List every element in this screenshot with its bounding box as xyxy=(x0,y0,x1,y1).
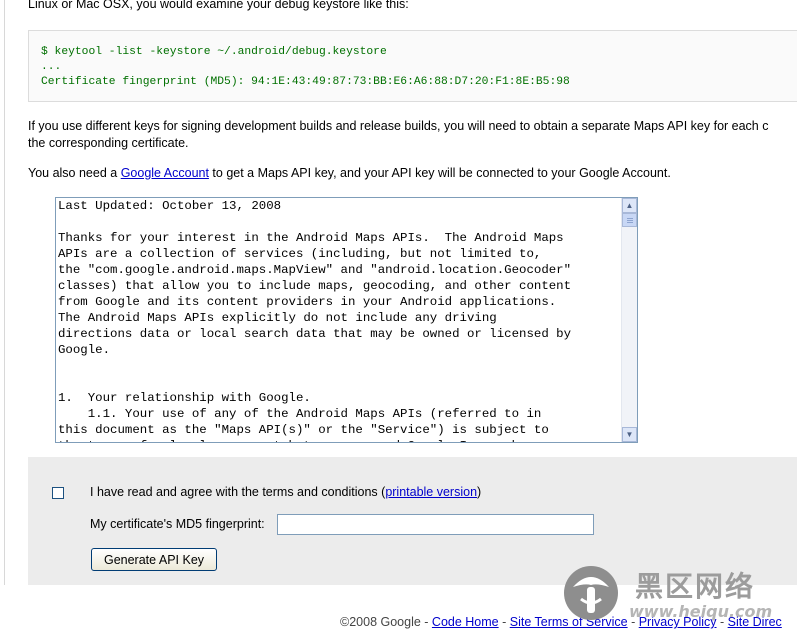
footer-link-code-home[interactable]: Code Home xyxy=(432,615,499,629)
thumb-grip-line xyxy=(627,222,633,223)
watermark-logo-icon xyxy=(564,566,618,620)
page-left-border xyxy=(4,0,5,585)
scroll-down-arrow-icon[interactable]: ▼ xyxy=(622,427,637,442)
paragraph-keys-line1: If you use different keys for signing de… xyxy=(28,119,769,133)
agree-label-text: I have read and agree with the terms and… xyxy=(90,485,386,499)
fingerprint-input[interactable] xyxy=(277,514,594,535)
agree-checkbox[interactable] xyxy=(52,487,64,499)
paragraph-google-account: You also need a Google Account to get a … xyxy=(28,165,671,182)
account-text-after: to get a Maps API key, and your API key … xyxy=(208,166,671,180)
watermark-chinese-text: 黑区网络 xyxy=(635,570,756,603)
thumb-grip-line xyxy=(627,218,633,219)
scroll-thumb[interactable] xyxy=(622,213,637,227)
google-account-link[interactable]: Google Account xyxy=(121,166,209,180)
code-line-ellipsis: ... xyxy=(41,61,62,73)
fingerprint-label: My certificate's MD5 fingerprint: xyxy=(90,517,265,531)
code-example-box: $ keytool -list -keystore ~/.android/deb… xyxy=(28,30,797,102)
code-line-command: $ keytool -list -keystore ~/.android/deb… xyxy=(41,46,387,58)
intro-text: Linux or Mac OSX, you would examine your… xyxy=(28,0,409,11)
generate-api-key-button[interactable]: Generate API Key xyxy=(91,548,217,571)
footer-copyright: ©2008 Google xyxy=(340,615,421,629)
terms-scrollbar[interactable]: ▲ ▼ xyxy=(621,198,637,442)
terms-text: Last Updated: October 13, 2008 Thanks fo… xyxy=(58,199,572,442)
printable-version-link[interactable]: printable version xyxy=(385,485,477,499)
footer-separator: - xyxy=(498,615,510,629)
account-text-before: You also need a xyxy=(28,166,121,180)
terms-textarea[interactable]: Last Updated: October 13, 2008 Thanks fo… xyxy=(55,197,638,443)
footer-separator: - xyxy=(420,615,432,629)
thumb-grip-line xyxy=(627,220,633,221)
watermark-url: www.heiqu.com xyxy=(629,602,773,621)
agree-label-close: ) xyxy=(477,485,482,499)
agree-label: I have read and agree with the terms and… xyxy=(90,485,481,499)
watermark: 黑区网络 www.heiqu.com xyxy=(563,563,797,630)
code-line-fingerprint: Certificate fingerprint (MD5): 94:1E:43:… xyxy=(41,76,570,88)
paragraph-keys-line2: the corresponding certificate. xyxy=(28,136,189,150)
scroll-up-arrow-icon[interactable]: ▲ xyxy=(622,198,637,213)
